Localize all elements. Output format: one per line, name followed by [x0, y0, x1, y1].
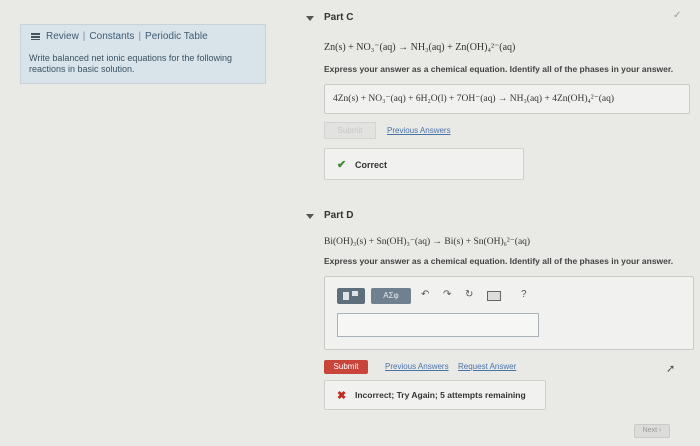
- template-button[interactable]: [337, 288, 365, 304]
- help-icon[interactable]: ?: [521, 289, 527, 300]
- part-d-answer-area: ΑΣφ ↶ ↷ ↻ ?: [324, 276, 694, 350]
- part-c-previous-answers-link[interactable]: Previous Answers: [387, 126, 451, 135]
- part-c-answer-box: 4Zn(s) + NO₃⁻(aq) + 6H₂O(l) + 7OH⁻(aq) →…: [324, 84, 690, 114]
- part-d-equation: Bi(OH)₃(s) + Sn(OH)₃⁻(aq) → Bi(s) + Sn(O…: [324, 237, 531, 247]
- part-c-title: Part C: [324, 12, 354, 23]
- part-d-answer-input[interactable]: [337, 313, 539, 337]
- keyboard-icon[interactable]: [487, 291, 501, 301]
- next-button[interactable]: Next ›: [634, 424, 670, 438]
- part-d-previous-answers-link[interactable]: Previous Answers: [385, 362, 449, 371]
- template-icon: [343, 292, 349, 300]
- part-c-prompt: Express your answer as a chemical equati…: [324, 64, 674, 74]
- resource-links: Review | Constants | Periodic Table: [31, 31, 208, 42]
- collapse-part-d-icon[interactable]: [306, 214, 314, 219]
- completed-check-icon: ✓: [673, 10, 682, 21]
- part-d-feedback-text: Incorrect; Try Again; 5 attempts remaini…: [355, 390, 526, 400]
- part-c-equation: Zn(s) + NO₃⁻(aq) → NH₃(aq) + Zn(OH)₄²⁻(a…: [324, 42, 516, 53]
- reset-icon[interactable]: ↻: [465, 289, 473, 300]
- part-c-feedback: ✔ Correct: [324, 148, 524, 180]
- instructions-panel: Review | Constants | Periodic Table Write ba…: [20, 24, 266, 84]
- part-c-feedback-text: Correct: [355, 160, 388, 170]
- part-d-submit-button[interactable]: Submit: [324, 360, 368, 374]
- part-d-prompt: Express your answer as a chemical equati…: [324, 256, 674, 266]
- redo-icon[interactable]: ↷: [443, 289, 451, 300]
- incorrect-x-icon: ✖: [337, 390, 347, 402]
- greek-symbols-button[interactable]: ΑΣφ: [371, 288, 411, 304]
- part-c-answer: 4Zn(s) + NO₃⁻(aq) + 6H₂O(l) + 7OH⁻(aq) →…: [333, 94, 615, 104]
- part-d-feedback: ✖ Incorrect; Try Again; 5 attempts remai…: [324, 380, 546, 410]
- periodic-table-link[interactable]: Periodic Table: [145, 31, 208, 42]
- part-c-submit-button[interactable]: Submit: [324, 122, 376, 139]
- cursor-icon: ➚: [666, 363, 676, 375]
- menu-icon: [31, 33, 40, 40]
- instructions-text: Write balanced net ionic equations for t…: [29, 53, 232, 74]
- part-d-request-answer-link[interactable]: Request Answer: [458, 362, 516, 371]
- part-d-title: Part D: [324, 210, 354, 221]
- undo-icon[interactable]: ↶: [421, 289, 429, 300]
- constants-link[interactable]: Constants: [89, 31, 134, 42]
- review-link[interactable]: Review: [46, 31, 79, 42]
- correct-check-icon: ✔: [337, 159, 347, 171]
- collapse-part-c-icon[interactable]: [306, 16, 314, 21]
